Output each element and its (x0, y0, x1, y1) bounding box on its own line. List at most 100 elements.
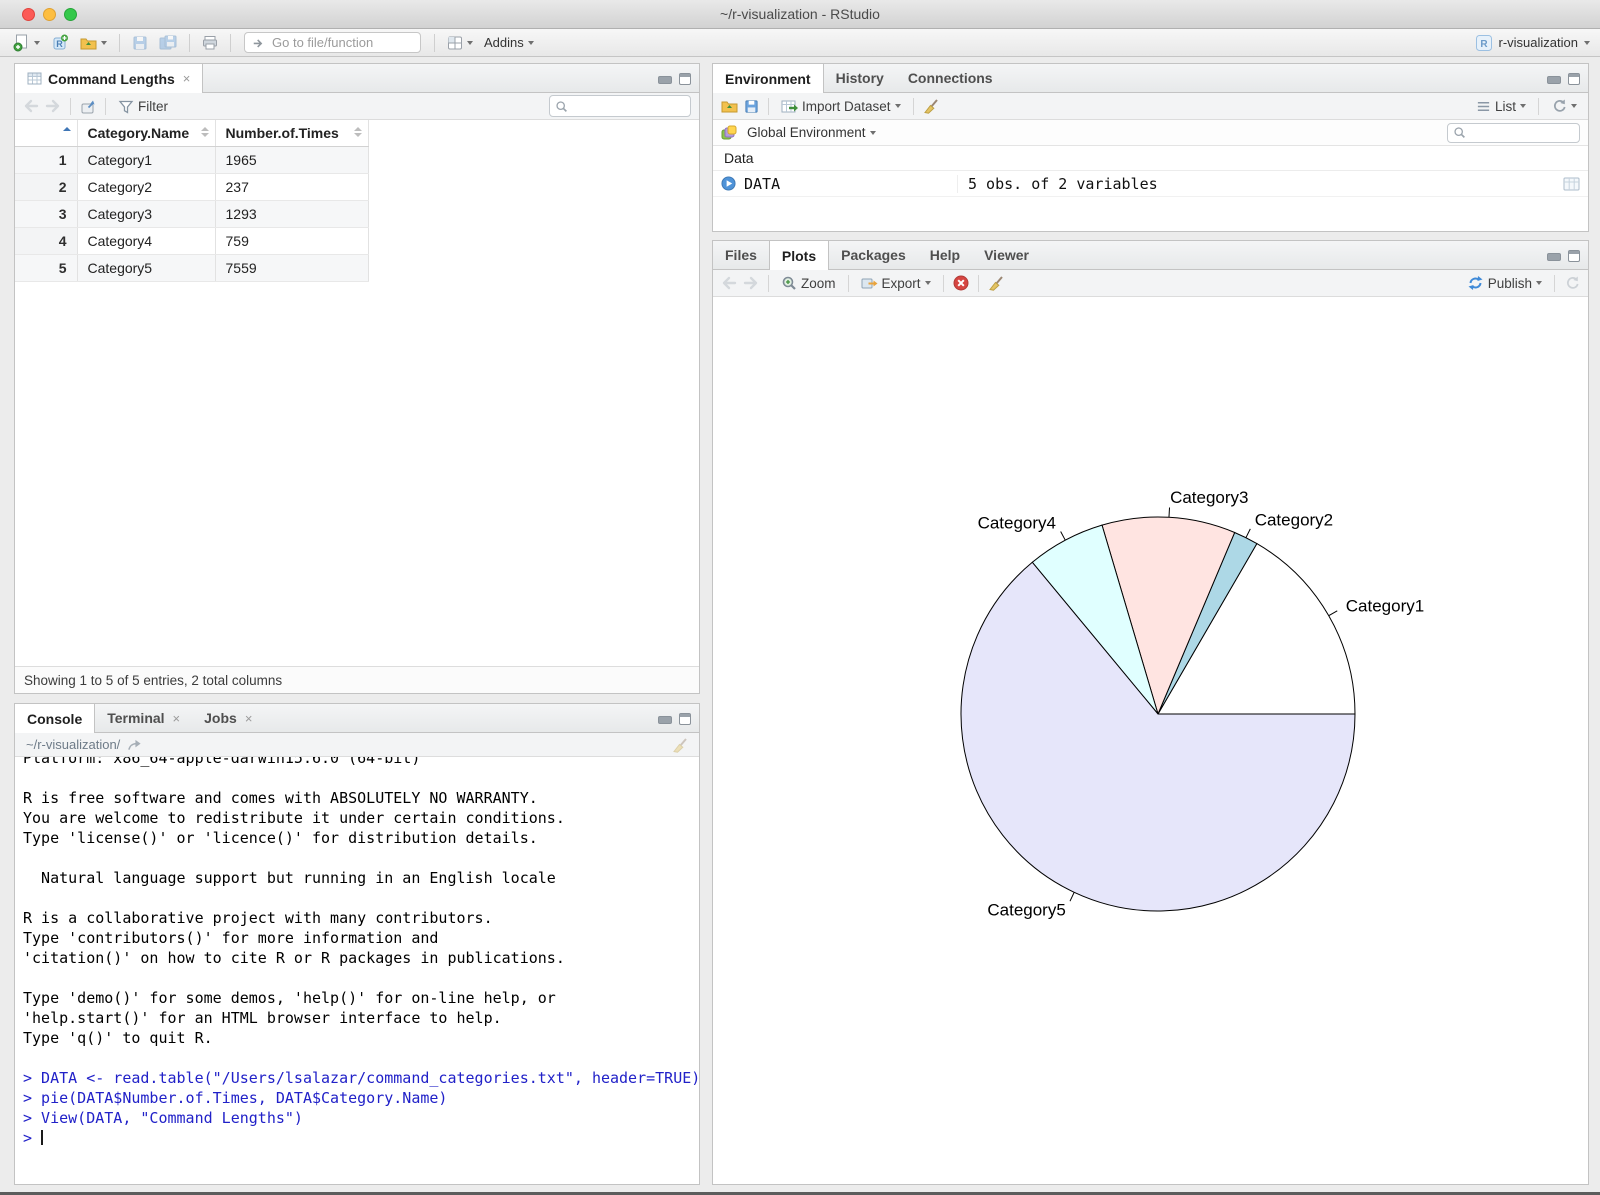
table-row[interactable]: 3 Category3 1293 (15, 200, 369, 228)
import-dataset-button[interactable]: Import Dataset (778, 97, 904, 116)
addins-button[interactable]: Addins (481, 33, 537, 52)
next-plot-icon[interactable] (743, 275, 759, 291)
viewer-search-input[interactable] (572, 98, 672, 114)
close-icon[interactable]: × (183, 71, 191, 86)
plots-pane: Files Plots Packages Help Viewer Zoom Ex… (712, 240, 1589, 1185)
open-in-window-icon[interactable] (80, 99, 96, 114)
tab-label: Packages (841, 247, 906, 263)
pie-label: Category1 (1346, 596, 1424, 615)
tab-terminal[interactable]: Terminal × (95, 704, 192, 732)
table-cell: Category2 (77, 173, 216, 201)
close-window-button[interactable] (22, 8, 35, 21)
goto-directory-icon[interactable] (127, 738, 142, 751)
publish-plot-button[interactable]: Publish (1464, 273, 1545, 293)
project-menu-button[interactable]: R r-visualization (1475, 34, 1590, 52)
viewer-search-box[interactable] (549, 95, 691, 117)
tab-history[interactable]: History (824, 64, 896, 92)
plots-tab-bar: Files Plots Packages Help Viewer (713, 241, 1588, 270)
table-cell: Category5 (77, 254, 216, 282)
chevron-down-icon (101, 40, 107, 45)
minimize-pane-icon[interactable] (1547, 76, 1561, 84)
forward-icon[interactable] (45, 98, 61, 114)
tab-environment[interactable]: Environment (713, 64, 824, 93)
environment-search-input[interactable] (1470, 125, 1570, 140)
table-row[interactable]: 1 Category1 1965 (15, 146, 369, 174)
search-icon (556, 100, 567, 112)
save-button[interactable] (129, 33, 151, 53)
view-data-grid-icon[interactable] (1563, 176, 1580, 191)
maximize-pane-icon[interactable] (1568, 250, 1580, 262)
environment-entry-data[interactable]: DATA 5 obs. of 2 variables (713, 171, 1588, 197)
refresh-environment-button[interactable] (1548, 96, 1580, 116)
column-header-number-of-times[interactable]: Number.of.Times (215, 120, 369, 147)
clear-plots-broom-icon[interactable] (988, 275, 1004, 291)
environment-scope-button[interactable]: Global Environment (744, 123, 879, 142)
maximize-pane-icon[interactable] (679, 713, 691, 725)
new-file-button[interactable] (10, 32, 43, 54)
open-file-button[interactable] (77, 33, 110, 53)
console-path-bar: ~/r-visualization/ (15, 733, 699, 757)
clear-environment-broom-icon[interactable] (923, 98, 939, 114)
tab-label: Plots (781, 247, 817, 264)
environment-search-box[interactable] (1447, 122, 1580, 143)
print-button[interactable] (199, 33, 221, 53)
zoom-window-button[interactable] (64, 8, 77, 21)
tab-console[interactable]: Console (15, 704, 96, 733)
tab-viewer[interactable]: Viewer (972, 241, 1041, 269)
previous-plot-icon[interactable] (721, 275, 737, 291)
pane-window-buttons (658, 73, 691, 85)
text-cursor (41, 1130, 44, 1145)
tab-plots[interactable]: Plots (768, 241, 830, 270)
scope-label: Global Environment (747, 125, 866, 140)
minimize-pane-icon[interactable] (658, 76, 672, 84)
save-all-button[interactable] (156, 33, 180, 53)
pane-layout-button[interactable] (444, 33, 476, 53)
row-number-header[interactable] (15, 120, 78, 147)
tab-files[interactable]: Files (713, 241, 769, 269)
tab-help[interactable]: Help (918, 241, 972, 269)
column-header-category-name[interactable]: Category.Name (77, 120, 216, 147)
refresh-plot-icon[interactable] (1564, 275, 1580, 291)
close-icon[interactable]: × (245, 711, 253, 726)
tab-jobs[interactable]: Jobs × (192, 704, 264, 732)
tab-label: Connections (907, 70, 993, 86)
maximize-pane-icon[interactable] (1568, 73, 1580, 85)
sort-ascending-icon (62, 127, 71, 131)
tab-label: Command Lengths (48, 70, 175, 87)
table-cell: 1293 (215, 200, 369, 228)
minimize-window-button[interactable] (43, 8, 56, 21)
pie-label: Category2 (1255, 511, 1333, 530)
new-project-button[interactable]: R (48, 32, 72, 54)
export-icon (861, 278, 878, 288)
clear-console-broom-icon[interactable] (672, 737, 688, 753)
tab-connections[interactable]: Connections (896, 64, 1005, 92)
back-icon[interactable] (23, 98, 39, 114)
table-row[interactable]: 5 Category5 7559 (15, 254, 369, 282)
table-row[interactable]: 4 Category4 759 (15, 227, 369, 255)
minimize-pane-icon[interactable] (658, 716, 672, 724)
toolbar-separator (1538, 97, 1539, 115)
export-plot-button[interactable]: Export (858, 274, 934, 293)
remove-plot-icon[interactable] (953, 275, 969, 291)
tab-packages[interactable]: Packages (829, 241, 918, 269)
console-output[interactable]: Platform: x86_64-apple-darwin15.6.0 (64-… (15, 757, 699, 1183)
toolbar-separator (119, 33, 120, 52)
expand-object-icon[interactable] (721, 176, 736, 191)
zoom-plot-button[interactable]: Zoom (778, 273, 839, 293)
tab-command-lengths[interactable]: Command Lengths × (15, 64, 204, 93)
goto-file-function-input[interactable] (272, 35, 402, 50)
tab-label: History (835, 70, 884, 86)
goto-file-function-box[interactable] (244, 32, 421, 53)
load-workspace-icon[interactable] (721, 98, 738, 114)
list-view-button[interactable]: List (1473, 97, 1529, 116)
close-icon[interactable]: × (173, 711, 181, 726)
toolbar-separator (942, 274, 944, 292)
filter-button[interactable]: Filter (115, 97, 171, 116)
table-row[interactable]: 2 Category2 237 (15, 173, 369, 201)
save-workspace-icon[interactable] (744, 99, 759, 114)
maximize-pane-icon[interactable] (679, 73, 691, 85)
minimize-pane-icon[interactable] (1547, 253, 1561, 261)
